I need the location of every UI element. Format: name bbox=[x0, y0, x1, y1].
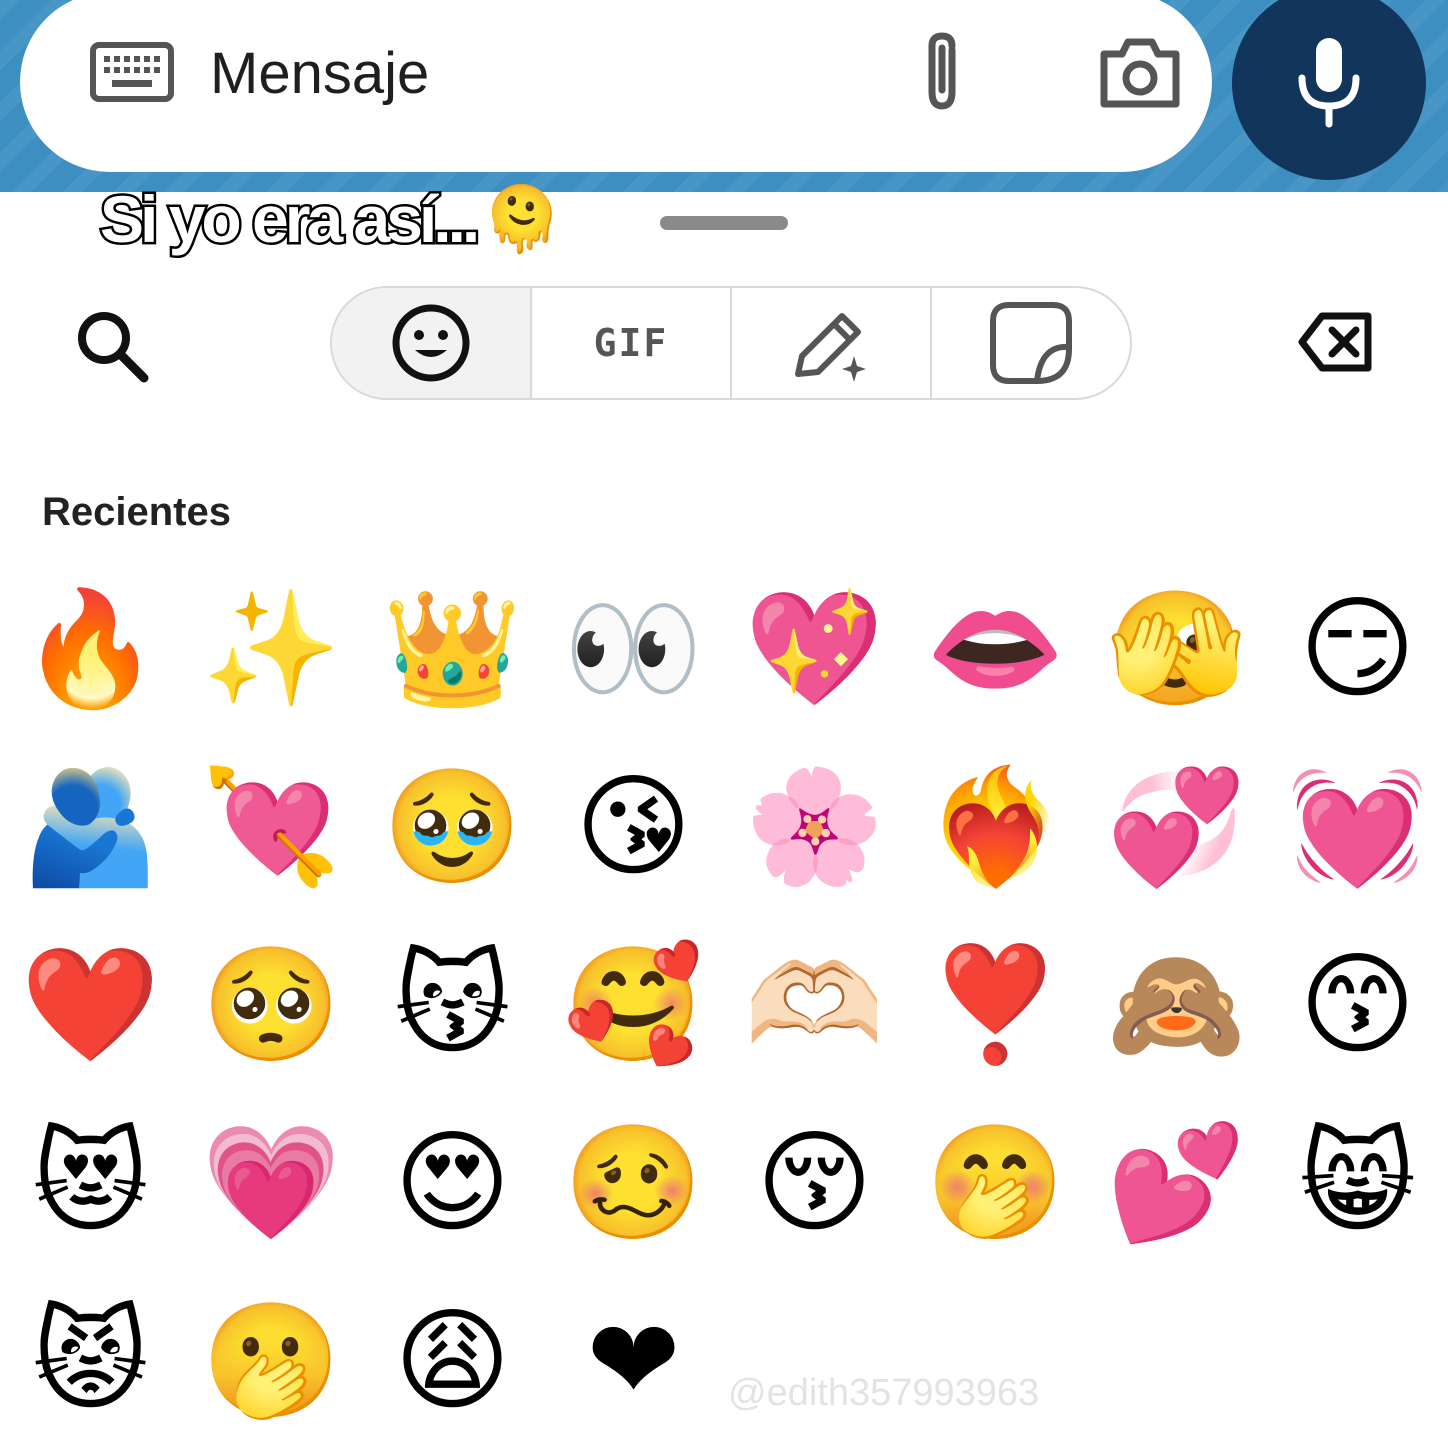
microphone-icon bbox=[1298, 38, 1360, 128]
paperclip-icon[interactable] bbox=[912, 30, 976, 114]
emoji-key[interactable]: 🫢 bbox=[181, 1272, 362, 1450]
emoji-key[interactable]: 🫣 bbox=[1086, 560, 1267, 738]
emoji-key[interactable]: 😙 bbox=[1267, 916, 1448, 1094]
tab-emoji[interactable] bbox=[332, 288, 530, 398]
emoji-key[interactable]: 😍 bbox=[362, 1094, 543, 1272]
emoji-key[interactable]: ❣️ bbox=[905, 916, 1086, 1094]
tab-create[interactable] bbox=[730, 288, 930, 398]
tab-stickers[interactable] bbox=[930, 288, 1130, 398]
emoji-key[interactable]: 👄 bbox=[905, 560, 1086, 738]
overlay-caption: Si yo era así... 🫠 bbox=[97, 174, 562, 264]
emoji-key[interactable]: 😾 bbox=[0, 1272, 181, 1450]
emoji-key[interactable]: 🙈 bbox=[1086, 916, 1267, 1094]
backspace-icon[interactable] bbox=[1298, 310, 1374, 374]
emoji-key[interactable]: 😚 bbox=[724, 1094, 905, 1272]
emoji-key[interactable]: 👑 bbox=[362, 560, 543, 738]
emoji-key[interactable]: 💖 bbox=[724, 560, 905, 738]
emoji-key[interactable]: 😽 bbox=[362, 916, 543, 1094]
smiley-icon bbox=[392, 304, 470, 382]
emoji-key[interactable]: 👀 bbox=[543, 560, 724, 738]
tiktok-watermark: @edith357993963 bbox=[728, 1372, 1040, 1414]
section-title-recent: Recientes bbox=[42, 490, 231, 534]
melting-face-emoji: 🫠 bbox=[482, 182, 562, 255]
emoji-key[interactable]: 💞 bbox=[1086, 738, 1267, 916]
emoji-key[interactable]: 🤭 bbox=[905, 1094, 1086, 1272]
emoji-key[interactable]: 😏 bbox=[1267, 560, 1448, 738]
emoji-key[interactable]: 😘 bbox=[543, 738, 724, 916]
gif-label: GIF bbox=[593, 321, 669, 365]
emoji-key[interactable]: 🥴 bbox=[543, 1094, 724, 1272]
emoji-key[interactable]: 💓 bbox=[1267, 738, 1448, 916]
camera-icon[interactable] bbox=[1096, 34, 1184, 110]
keyboard-mode-tabs: GIF bbox=[330, 286, 1132, 400]
tab-gif[interactable]: GIF bbox=[530, 288, 730, 398]
emoji-key[interactable]: 💕 bbox=[1086, 1094, 1267, 1272]
emoji-key[interactable]: 💗 bbox=[181, 1094, 362, 1272]
emoji-key[interactable]: ❤️‍🔥 bbox=[905, 738, 1086, 916]
emoji-key[interactable]: 🫂 bbox=[0, 738, 181, 916]
emoji-key[interactable]: ❤ bbox=[543, 1272, 724, 1450]
message-input[interactable]: Mensaje bbox=[210, 40, 429, 107]
emoji-key[interactable]: 🌸 bbox=[724, 738, 905, 916]
emoji-key[interactable]: 😻 bbox=[0, 1094, 181, 1272]
emoji-key[interactable]: ✨ bbox=[181, 560, 362, 738]
emoji-key[interactable]: 🫶🏻 bbox=[724, 916, 905, 1094]
emoji-key[interactable]: 🥰 bbox=[543, 916, 724, 1094]
emoji-key[interactable]: 😸 bbox=[1267, 1094, 1448, 1272]
sticker-icon bbox=[990, 302, 1072, 384]
caption-text: Si yo era así... bbox=[97, 180, 482, 259]
emoji-key[interactable]: 💘 bbox=[181, 738, 362, 916]
emoji-key[interactable]: 🔥 bbox=[0, 560, 181, 738]
emoji-key[interactable]: 🥺 bbox=[181, 916, 362, 1094]
emoji-key[interactable]: 😩 bbox=[362, 1272, 543, 1450]
pencil-sparkle-icon bbox=[795, 313, 866, 382]
keyboard-icon[interactable] bbox=[90, 42, 174, 102]
emoji-key[interactable]: ❤️ bbox=[0, 916, 181, 1094]
drag-handle[interactable] bbox=[660, 216, 788, 230]
message-input-bar[interactable]: Mensaje bbox=[20, 0, 1212, 172]
search-icon[interactable] bbox=[72, 306, 152, 386]
emoji-key[interactable]: 🥹 bbox=[362, 738, 543, 916]
